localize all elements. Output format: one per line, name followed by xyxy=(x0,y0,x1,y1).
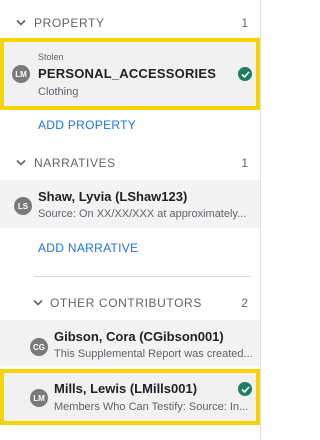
report-sections-panel: PROPERTY 1 LM Stolen PERSONAL_ACCESSORIE… xyxy=(0,0,261,440)
chevron-down-icon[interactable] xyxy=(15,157,27,169)
narratives-section-count: 1 xyxy=(241,156,248,170)
add-narrative-link[interactable]: ADD NARRATIVE xyxy=(38,241,138,255)
check-circle-icon xyxy=(238,382,252,396)
chevron-down-icon[interactable] xyxy=(32,297,44,309)
other-contributors-section-title: OTHER CONTRIBUTORS xyxy=(50,296,202,310)
contributor-item-card[interactable]: CG Gibson, Cora (CGibson001) This Supple… xyxy=(0,320,260,366)
add-property-link[interactable]: ADD PROPERTY xyxy=(38,118,136,132)
avatar: LS xyxy=(14,197,32,215)
property-section-title: PROPERTY xyxy=(34,16,105,30)
property-item-category: Clothing xyxy=(38,86,79,98)
property-item-name: PERSONAL_ACCESSORIES xyxy=(38,66,217,81)
contributor-snippet: This Supplemental Report was created... xyxy=(54,348,253,360)
avatar: CG xyxy=(30,338,48,356)
other-contributors-section-count: 2 xyxy=(241,296,248,310)
narrative-item-card[interactable]: LS Shaw, Lyvia (LShaw123) Source: On XX/… xyxy=(0,180,260,228)
contributor-snippet: Members Who Can Testify: Source: In... xyxy=(54,401,249,413)
avatar: LM xyxy=(30,389,48,407)
contributor-item-card[interactable]: LM Mills, Lewis (LMills001) Members Who … xyxy=(0,369,260,425)
property-item-tag: Stolen xyxy=(38,52,64,62)
narrative-snippet: Source: On XX/XX/XXX at approximately... xyxy=(38,208,247,220)
check-circle-icon xyxy=(238,67,252,81)
section-divider xyxy=(34,276,250,277)
contributor-author: Mills, Lewis (LMills001) xyxy=(54,381,198,396)
narrative-author: Shaw, Lyvia (LShaw123) xyxy=(38,189,188,204)
property-item-card[interactable]: LM Stolen PERSONAL_ACCESSORIES Clothing xyxy=(0,38,260,110)
avatar: LM xyxy=(12,65,30,83)
other-contributors-section-header[interactable]: OTHER CONTRIBUTORS 2 xyxy=(0,292,260,314)
narratives-section-title: NARRATIVES xyxy=(34,156,116,170)
contributor-author: Gibson, Cora (CGibson001) xyxy=(54,329,224,344)
narratives-section-header[interactable]: NARRATIVES 1 xyxy=(0,152,260,174)
property-section-header[interactable]: PROPERTY 1 xyxy=(0,12,260,34)
chevron-down-icon[interactable] xyxy=(15,17,27,29)
property-section-count: 1 xyxy=(241,16,248,30)
